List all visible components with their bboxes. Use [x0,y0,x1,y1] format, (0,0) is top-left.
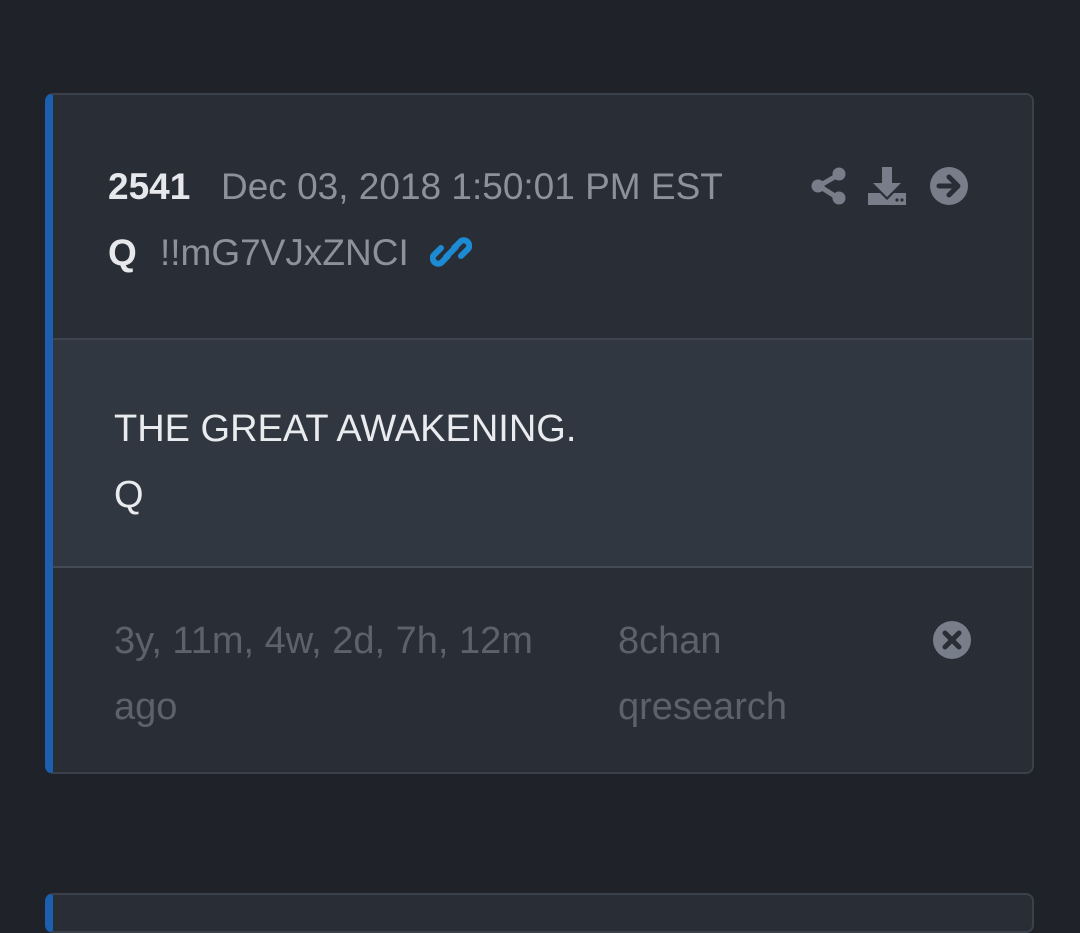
post-date: Dec 03, 2018 1:50:01 PM EST [221,166,723,207]
post-text-line: THE GREAT AWAKENING. [114,408,577,450]
post-text-line: Q [114,474,144,516]
post-footer: 3y, 11m, 4w, 2d, 7h, 12m ago 8chan qrese… [53,568,1032,772]
link-icon-graphic [429,237,473,267]
post-elapsed-time: 3y, 11m, 4w, 2d, 7h, 12m [114,620,533,662]
link-icon[interactable] [429,231,473,273]
post-number[interactable]: 2541 [108,163,190,211]
download-icon[interactable] [866,165,908,207]
post-header: 2541 Dec 03, 2018 1:50:01 PM EST Q !!mG7… [53,95,1032,340]
next-post-card [45,893,1034,933]
post-actions [803,165,973,207]
share-icon[interactable] [808,165,850,207]
close-circle-icon[interactable] [932,620,972,660]
post-source-site: 8chan [618,620,722,662]
post-body: THE GREAT AWAKENING. Q [53,340,1032,568]
share-icon-graphic [811,167,846,205]
post-elapsed-time-suffix: ago [114,686,178,728]
post-card: 2541 Dec 03, 2018 1:50:01 PM EST Q !!mG7… [45,93,1034,774]
arrow-circle-right-icon-graphic [930,167,968,205]
close-circle-icon-graphic [933,621,971,659]
arrow-circle-right-icon[interactable] [928,165,970,207]
post-source-board: qresearch [618,686,787,728]
post-tripcode: !!mG7VJxZNCI [160,232,409,273]
post-author: Q [108,232,137,273]
download-icon-graphic [868,167,906,205]
